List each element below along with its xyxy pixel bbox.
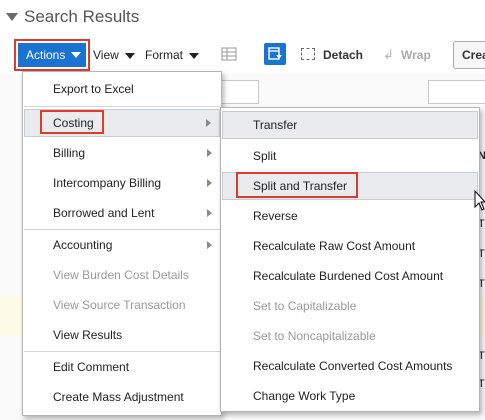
costing-submenu: Transfer Split Split and Transfer Revers… (220, 107, 480, 412)
split-and-transfer-highlight-box (236, 172, 358, 198)
results-toolbar: Actions View Format Detach ↲ Wrap Crea (0, 38, 485, 72)
search-results-header: Search Results (6, 6, 139, 28)
caret-down-icon (124, 53, 135, 59)
submenu-item-recalculate-converted-cost-amounts[interactable]: Recalculate Converted Cost Amounts (222, 352, 478, 380)
menu-item-edit-comment[interactable]: Edit Comment (24, 353, 220, 381)
menu-item-label: View Results (53, 328, 123, 342)
menu-item-label: Edit Comment (53, 360, 130, 374)
menu-item-label: Borrowed and Lent (53, 206, 155, 220)
submenu-item-set-to-capitalizable: Set to Capitalizable (222, 292, 478, 320)
query-by-example-icon[interactable] (264, 43, 286, 65)
menu-item-label: Recalculate Converted Cost Amounts (253, 359, 453, 373)
submenu-item-change-work-type[interactable]: Change Work Type (222, 382, 478, 410)
menu-separator (24, 351, 220, 352)
submenu-item-split[interactable]: Split (222, 142, 478, 170)
menu-item-label: Reverse (253, 209, 298, 223)
format-menu-button[interactable]: Format (145, 48, 200, 62)
menu-item-borrowed-and-lent[interactable]: Borrowed and Lent (24, 199, 220, 227)
menu-item-label: Split (253, 149, 277, 163)
submenu-item-set-to-noncapitalizable: Set to Noncapitalizable (222, 322, 478, 350)
submenu-arrow-icon (206, 119, 211, 127)
filter-field[interactable] (428, 80, 485, 104)
menu-item-label: Billing (53, 146, 86, 160)
menu-item-label: Transfer (253, 118, 298, 132)
menu-item-label: View Burden Cost Details (53, 268, 189, 282)
menu-separator (24, 229, 220, 230)
submenu-arrow-icon (207, 241, 212, 249)
menu-separator (24, 106, 220, 107)
page-title: Search Results (24, 7, 140, 26)
menu-item-label: Recalculate Burdened Cost Amount (253, 269, 444, 283)
menu-item-label: Change Work Type (253, 389, 356, 403)
wrap-button: Wrap (401, 48, 431, 62)
submenu-arrow-icon (207, 179, 212, 187)
menu-item-label: Create Mass Adjustment (53, 390, 184, 404)
mouse-cursor-icon (474, 189, 485, 212)
submenu-item-transfer[interactable]: Transfer (222, 111, 478, 139)
detach-icon[interactable] (301, 48, 315, 60)
view-menu-button[interactable]: View (93, 48, 135, 62)
menu-item-label: Set to Noncapitalizable (253, 329, 376, 343)
menu-item-label: Set to Capitalizable (253, 299, 357, 313)
costing-highlight-box (40, 110, 104, 134)
menu-item-label: Accounting (53, 238, 113, 252)
wrap-icon: ↲ (383, 47, 394, 62)
menu-item-intercompany-billing[interactable]: Intercompany Billing (24, 169, 220, 197)
submenu-item-recalculate-burdened-cost-amount[interactable]: Recalculate Burdened Cost Amount (222, 262, 478, 290)
caret-down-icon (189, 53, 200, 59)
menu-item-export-to-excel[interactable]: Export to Excel (24, 75, 220, 103)
freeze-columns-icon[interactable] (221, 47, 237, 61)
view-label: View (93, 48, 119, 62)
collapse-triangle-icon[interactable] (6, 13, 18, 21)
menu-item-view-burden-cost-details: View Burden Cost Details (24, 261, 220, 289)
menu-item-label: Export to Excel (53, 82, 134, 96)
create-button[interactable]: Crea (453, 41, 485, 69)
menu-item-billing[interactable]: Billing (24, 139, 220, 167)
submenu-arrow-icon (207, 209, 212, 217)
menu-item-create-mass-adjustment[interactable]: Create Mass Adjustment (24, 383, 220, 411)
menu-item-label: Recalculate Raw Cost Amount (253, 239, 416, 253)
detach-button[interactable]: Detach (323, 48, 363, 62)
menu-item-view-results[interactable]: View Results (24, 321, 220, 349)
menu-item-label: Intercompany Billing (53, 176, 162, 190)
actions-highlight-box (14, 39, 90, 71)
menu-item-label: View Source Transaction (53, 298, 186, 312)
submenu-item-reverse[interactable]: Reverse (222, 202, 478, 230)
format-label: Format (145, 48, 184, 62)
submenu-item-recalculate-raw-cost-amount[interactable]: Recalculate Raw Cost Amount (222, 232, 478, 260)
menu-item-accounting[interactable]: Accounting (24, 231, 220, 259)
menu-item-view-source-transaction: View Source Transaction (24, 291, 220, 319)
submenu-arrow-icon (207, 149, 212, 157)
